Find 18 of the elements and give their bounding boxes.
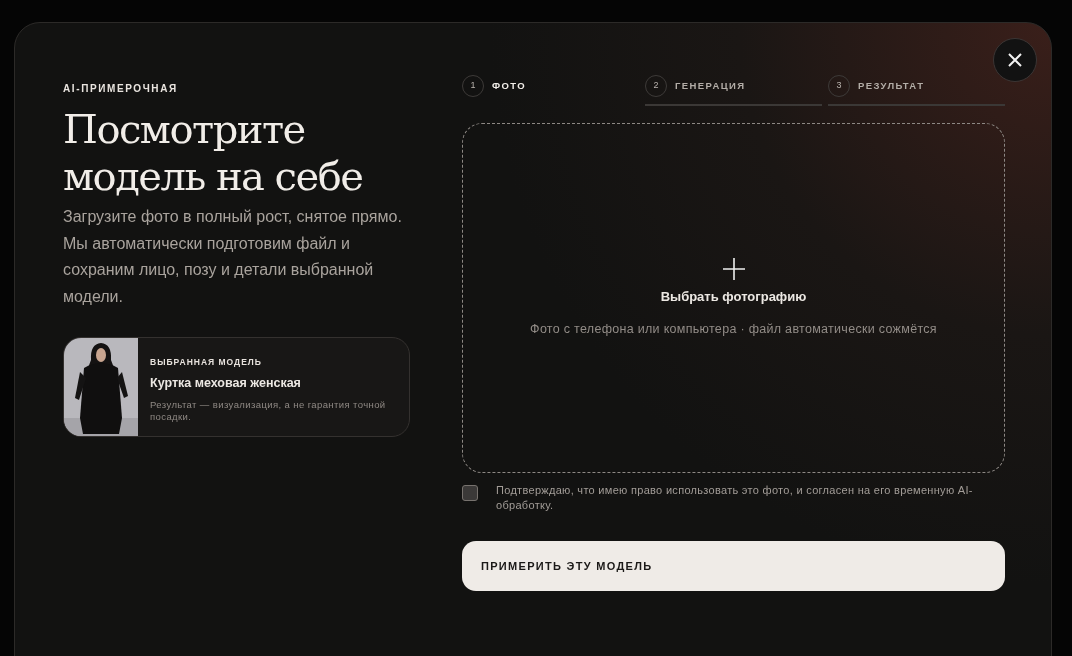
dialog-title: Посмотрите модель на себе (63, 106, 364, 200)
step-tab[interactable]: 1 ФОТО (462, 75, 639, 106)
close-button[interactable] (993, 38, 1037, 82)
description-text: Загрузите фото в полный рост, снятое прямо. Мы автоматически подготовим файл и сохраним лицо, позу и детали выбранной модели. (63, 207, 403, 307)
model-note: Результат — визуализация, а не гарантия точной посадки. (150, 398, 387, 424)
upload-hint: Фото с телефона или компьютера · файл автоматически сожмётся (530, 321, 937, 339)
consent-checkbox[interactable] (462, 485, 478, 501)
model-label: ВЫБРАННАЯ МОДЕЛЬ (150, 356, 263, 369)
close-icon (1008, 53, 1022, 67)
upload-title: Выбрать фотографию (660, 287, 807, 306)
plus-icon (721, 256, 746, 281)
step-tab[interactable]: 2 ГЕНЕРАЦИЯ (645, 75, 822, 106)
upload-dropzone[interactable]: Выбрать фотографию Фото с телефона или компьютера · файл автоматически сожмётся (462, 123, 1005, 473)
try-on-button[interactable]: ПРИМЕРИТЬ ЭТУ МОДЕЛЬ (462, 541, 1005, 591)
model-name: Куртка меховая женская (150, 374, 302, 392)
consent-text: Подтверждаю, что имею право использовать это фото, и согласен на его временную AI-обработку. (496, 483, 974, 513)
eyebrow-label: AI-ПРИМЕРОЧНАЯ (63, 82, 179, 96)
step-tab[interactable]: 3 РЕЗУЛЬТАТ (828, 75, 1005, 106)
